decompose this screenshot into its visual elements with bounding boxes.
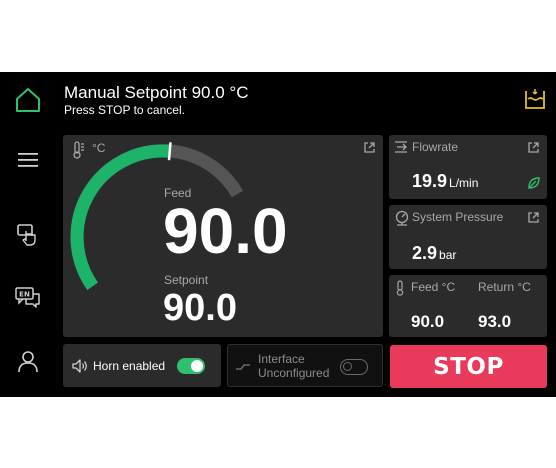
- flowrate-panel[interactable]: Flowrate 19.9 L/min: [389, 135, 547, 199]
- pressure-label: System Pressure: [412, 210, 504, 224]
- pressure-value: 2.9: [412, 243, 438, 263]
- toggle-knob: [343, 362, 352, 371]
- feed-temp-label: Feed °C: [411, 280, 456, 294]
- language-button[interactable]: EN: [10, 280, 46, 316]
- setpoint-marker: [167, 142, 172, 161]
- user-button[interactable]: [10, 343, 46, 379]
- page-subtitle: Press STOP to cancel.: [64, 103, 185, 117]
- svg-text:EN: EN: [19, 291, 30, 299]
- setpoint-value: 90.0: [163, 287, 237, 329]
- language-icon: EN: [15, 287, 40, 308]
- flowrate-value: 19.9: [412, 171, 448, 191]
- feed-temperature-panel[interactable]: °C Feed 90.0 Setpoint 90.0: [63, 135, 383, 337]
- stop-label: STOP: [433, 353, 504, 380]
- expand-icon[interactable]: [527, 211, 540, 224]
- speaker-icon: [72, 359, 87, 373]
- hmi-screen: EN Manual Setpoint 90.0 °C Press STOP to…: [0, 72, 556, 397]
- eco-leaf-icon: [528, 177, 540, 189]
- horn-label: Horn enabled: [93, 359, 166, 373]
- return-temp-label: Return °C: [478, 280, 531, 294]
- thermometer-icon: [396, 280, 404, 296]
- return-temp-value: 93.0: [478, 312, 512, 331]
- gauge-fill: [70, 144, 171, 291]
- setpoint-label: Setpoint: [164, 273, 209, 287]
- flowrate-unit: L/min: [449, 176, 479, 190]
- flow-icon: [395, 141, 407, 153]
- pressure-gauge-icon: [395, 210, 409, 226]
- interface-panel[interactable]: Interface Unconfigured: [227, 344, 383, 387]
- side-nav: EN: [0, 72, 56, 397]
- pressure-value-line: 2.9 bar: [412, 243, 456, 264]
- expand-icon[interactable]: [527, 141, 540, 154]
- flowrate-value-line: 19.9 L/min: [412, 171, 478, 192]
- toggle-knob: [191, 360, 203, 372]
- home-button[interactable]: [10, 82, 46, 118]
- menu-icon: [18, 153, 38, 167]
- menu-button[interactable]: [10, 142, 46, 178]
- home-icon: [16, 88, 40, 112]
- stop-button[interactable]: STOP: [390, 345, 547, 388]
- horn-toggle[interactable]: [177, 358, 205, 374]
- user-icon: [18, 351, 38, 373]
- pressure-unit: bar: [439, 248, 457, 262]
- page-title: Manual Setpoint 90.0 °C: [64, 83, 249, 102]
- system-pressure-panel[interactable]: System Pressure 2.9 bar: [389, 205, 547, 269]
- interface-line1: Interface: [258, 352, 305, 366]
- feed-return-temperature-panel[interactable]: Feed °C Return °C 90.0 93.0: [389, 275, 547, 337]
- interface-cable-icon: [236, 364, 250, 370]
- interface-line2: Unconfigured: [258, 366, 330, 380]
- interface-status: Interface Unconfigured: [258, 352, 329, 380]
- horn-panel[interactable]: Horn enabled: [63, 344, 221, 387]
- tank-level-warning-icon[interactable]: [522, 86, 548, 112]
- feed-value: 90.0: [163, 195, 288, 267]
- touch-button[interactable]: [10, 217, 46, 253]
- interface-toggle[interactable]: [340, 359, 368, 375]
- touch-icon: [17, 224, 36, 246]
- flowrate-label: Flowrate: [412, 140, 459, 154]
- feed-temp-value: 90.0: [411, 312, 445, 331]
